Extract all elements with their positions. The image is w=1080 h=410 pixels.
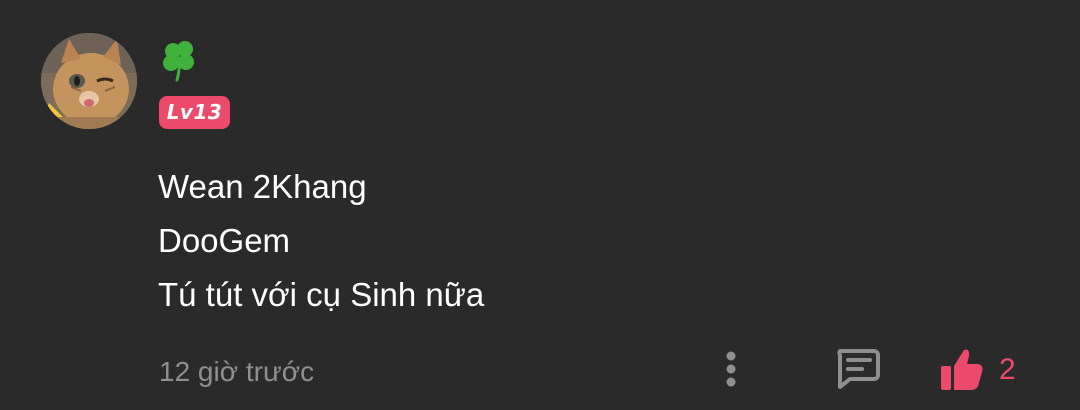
timestamp: 12 giờ trước [159, 356, 315, 387]
like-button[interactable]: 2 [938, 344, 1028, 394]
four-leaf-clover-icon [158, 38, 202, 84]
thumbs-up-icon [941, 349, 983, 390]
reply-button[interactable] [832, 345, 882, 391]
comment-text: Wean 2Khang DooGem Tú tút với cụ Sinh nữ… [158, 160, 484, 322]
like-count: 2 [999, 353, 1016, 386]
reply-comment-icon [837, 349, 880, 389]
more-vertical-icon [726, 351, 736, 387]
comment-line-3: Tú tút với cụ Sinh nữa [158, 276, 485, 313]
avatar[interactable] [41, 33, 137, 129]
comment-item: Lv13 Wean 2Khang DooGem Tú tút với cụ Si… [0, 0, 1080, 410]
comment-line-1: Wean 2Khang [158, 168, 367, 205]
cat-avatar-icon [41, 33, 137, 129]
more-options-button[interactable] [713, 346, 749, 392]
level-badge: Lv13 [159, 96, 230, 129]
comment-line-2: DooGem [158, 222, 291, 259]
